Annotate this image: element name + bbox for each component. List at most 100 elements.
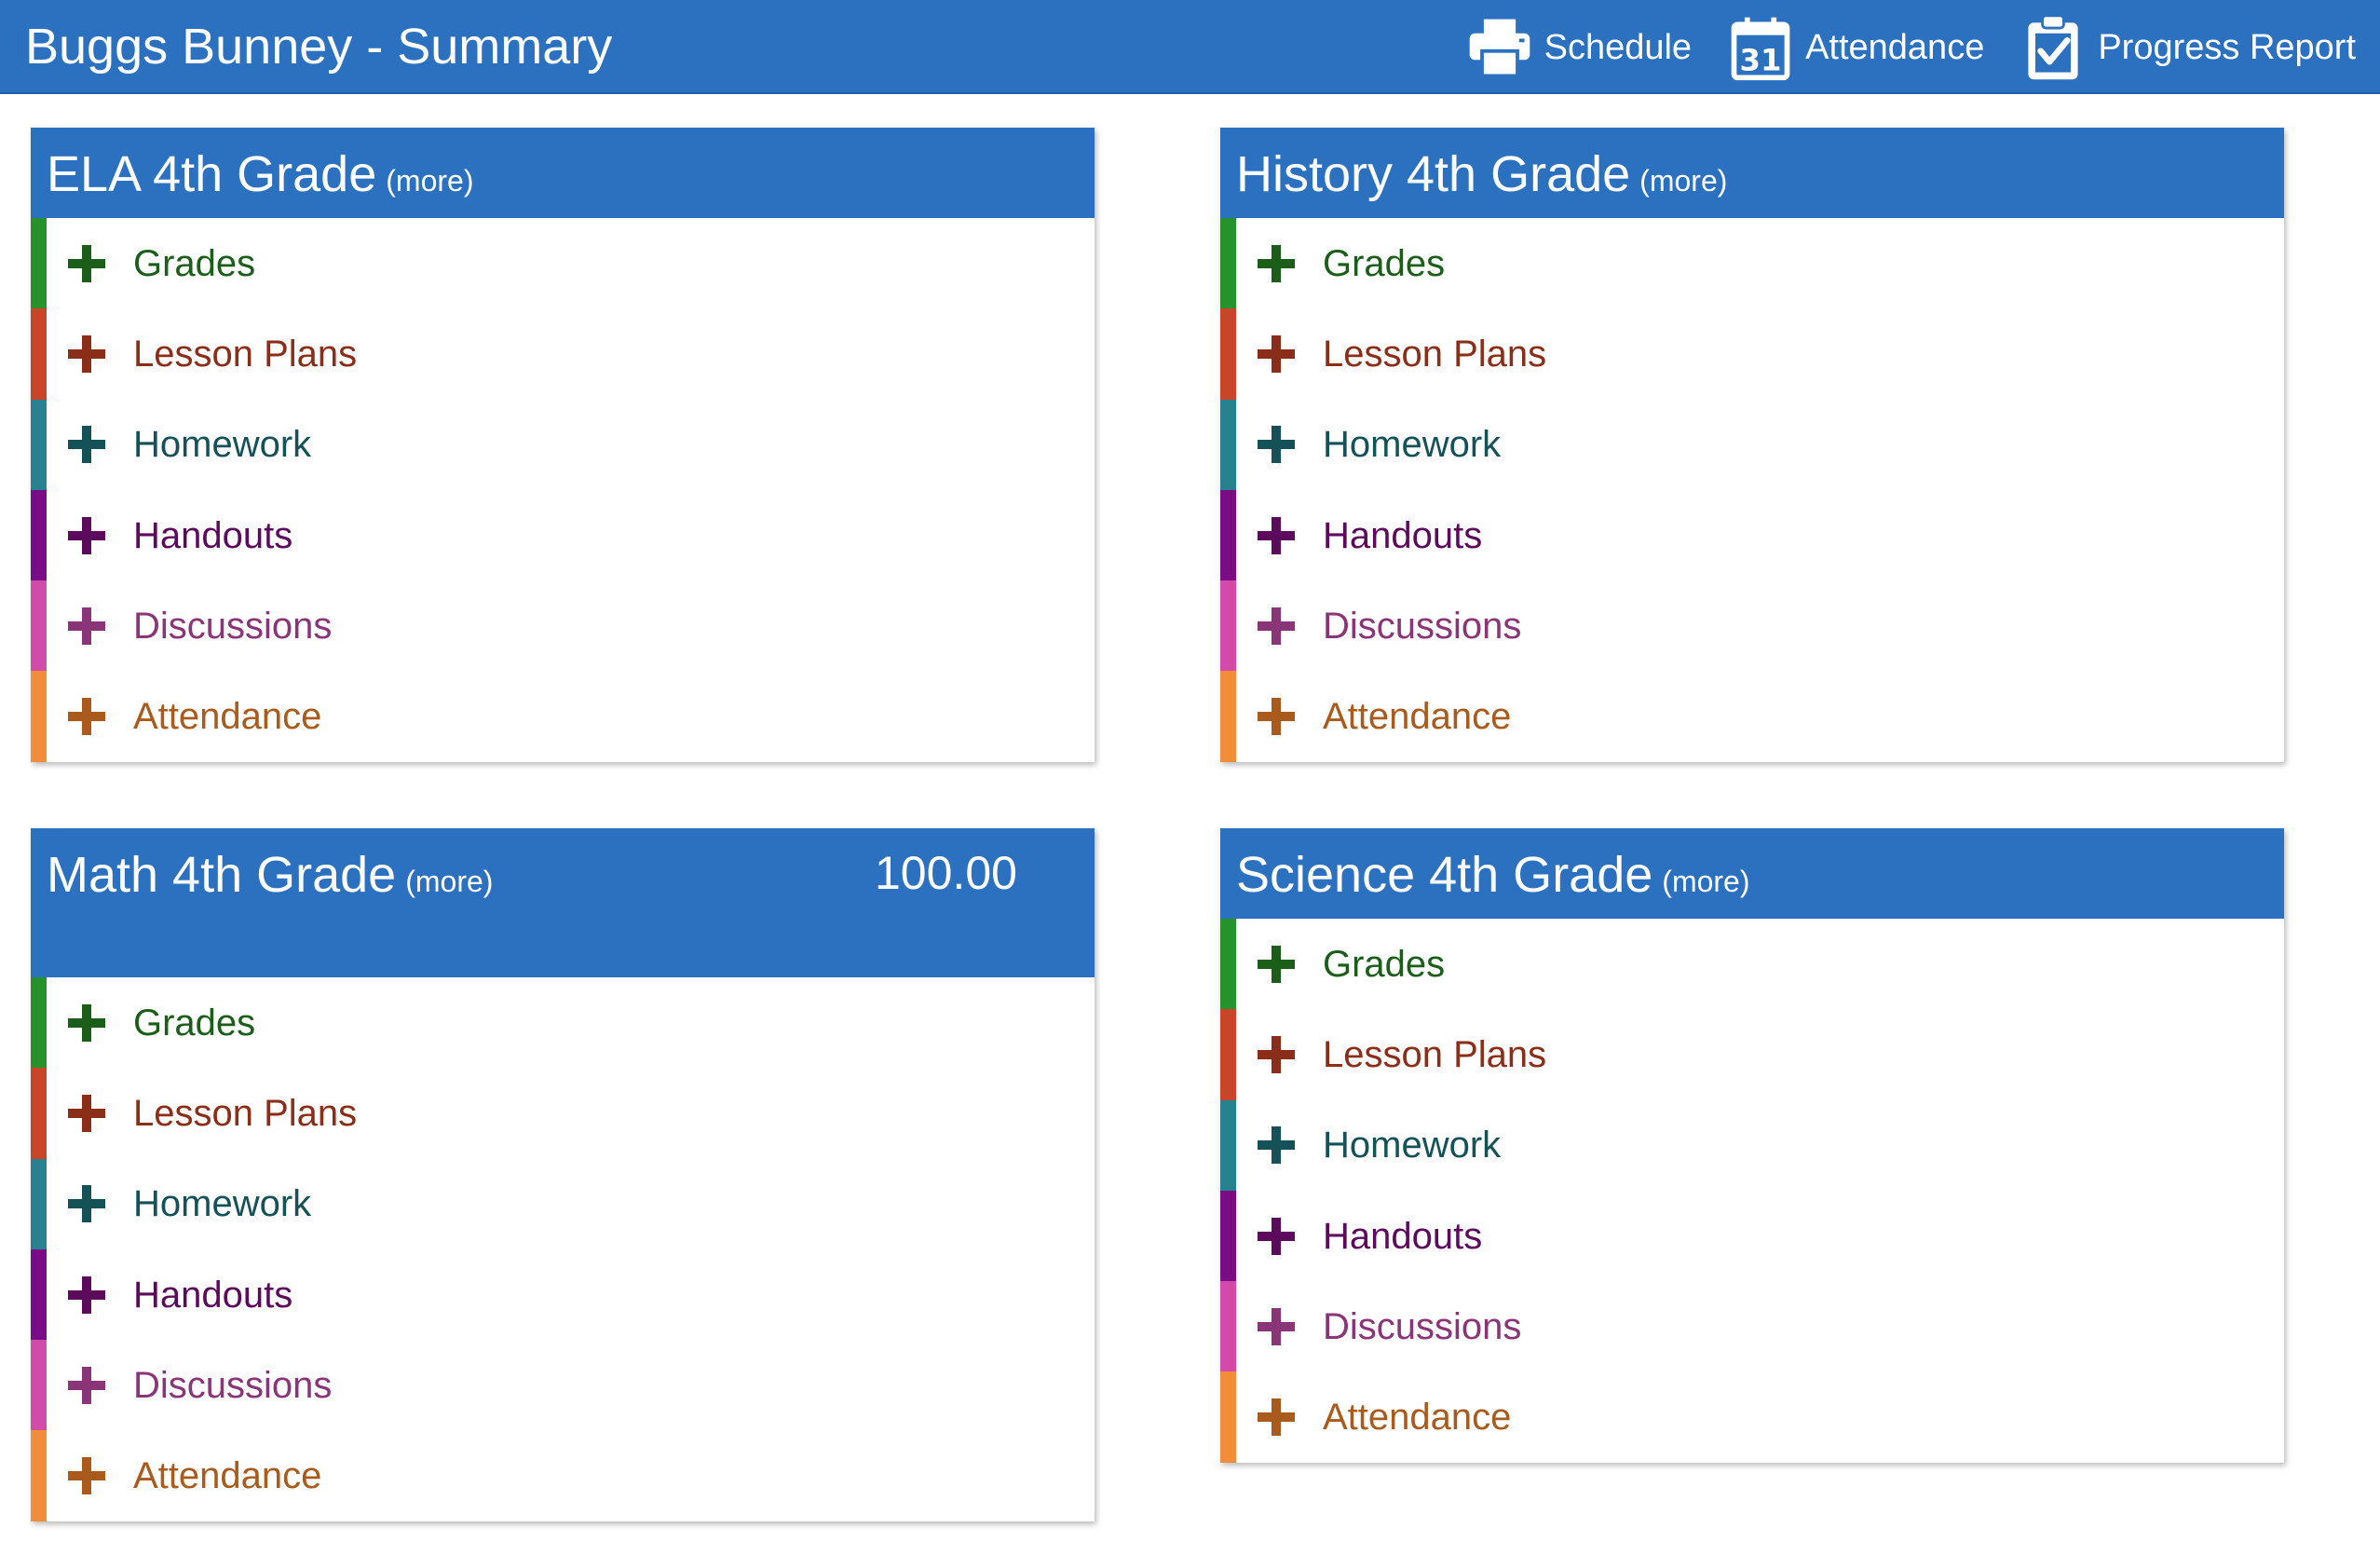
row-homework[interactable]: Homework bbox=[31, 399, 1095, 490]
plus-icon bbox=[1258, 607, 1295, 645]
row-label: Discussions bbox=[133, 605, 333, 647]
plus-icon bbox=[68, 607, 105, 645]
row-label: Grades bbox=[1323, 242, 1446, 284]
more-link[interactable]: (more) bbox=[1639, 164, 1727, 198]
row-label: Attendance bbox=[133, 1455, 322, 1497]
plus-icon bbox=[1258, 945, 1295, 983]
row-lesson-plans[interactable]: Lesson Plans bbox=[31, 1068, 1095, 1159]
plus-icon bbox=[68, 334, 105, 373]
more-link[interactable]: (more) bbox=[1662, 865, 1749, 898]
plus-icon bbox=[68, 1185, 105, 1223]
card-header: Math 4th Grade (more) 100.00 bbox=[31, 828, 1095, 977]
row-label: Homework bbox=[1323, 1125, 1502, 1166]
row-label: Homework bbox=[133, 1183, 312, 1225]
row-label: Lesson Plans bbox=[1323, 333, 1547, 375]
course-title: Science 4th Grade bbox=[1236, 847, 1653, 903]
plus-icon bbox=[1258, 1126, 1295, 1165]
row-handouts[interactable]: Handouts bbox=[31, 1248, 1095, 1341]
card-header: History 4th Grade (more) bbox=[1220, 128, 2284, 218]
calendar-icon: 31 bbox=[1731, 17, 1790, 80]
row-grades[interactable]: Grades bbox=[31, 977, 1095, 1069]
course-title: Math 4th Grade bbox=[47, 847, 397, 903]
course-card-ela: ELA 4th Grade (more) Grades Lesson Plans … bbox=[31, 128, 1095, 762]
row-lesson-plans[interactable]: Lesson Plans bbox=[31, 308, 1095, 400]
row-homework[interactable]: Homework bbox=[1220, 399, 2284, 490]
row-label: Handouts bbox=[133, 1274, 293, 1316]
card-header: ELA 4th Grade (more) bbox=[31, 128, 1095, 218]
row-handouts[interactable]: Handouts bbox=[1220, 489, 2284, 581]
row-label: Attendance bbox=[1323, 696, 1512, 738]
plus-icon bbox=[68, 1366, 105, 1404]
plus-icon bbox=[1258, 698, 1295, 736]
plus-icon bbox=[1258, 1217, 1295, 1255]
row-label: Lesson Plans bbox=[133, 333, 358, 375]
card-body: Grades Lesson Plans Homework Handouts Di… bbox=[1220, 218, 2284, 762]
course-card-history: History 4th Grade (more) Grades Lesson Pl… bbox=[1220, 128, 2284, 762]
progress-report-label: Progress Report bbox=[2098, 27, 2356, 67]
row-attendance[interactable]: Attendance bbox=[1220, 1371, 2284, 1463]
clipboard-check-icon bbox=[2028, 13, 2078, 79]
row-label: Lesson Plans bbox=[133, 1092, 358, 1134]
row-discussions[interactable]: Discussions bbox=[31, 1340, 1095, 1431]
row-label: Homework bbox=[1323, 424, 1502, 466]
row-label: Attendance bbox=[133, 696, 322, 738]
row-label: Discussions bbox=[1323, 1305, 1522, 1347]
row-attendance[interactable]: Attendance bbox=[1220, 671, 2284, 762]
row-label: Attendance bbox=[1323, 1397, 1512, 1439]
svg-text:31: 31 bbox=[1740, 42, 1782, 77]
printer-icon bbox=[1469, 19, 1530, 77]
row-discussions[interactable]: Discussions bbox=[31, 580, 1095, 672]
row-label: Homework bbox=[133, 424, 312, 466]
plus-icon bbox=[1258, 244, 1295, 282]
schedule-link[interactable]: Schedule bbox=[1464, 12, 1692, 83]
course-title: History 4th Grade bbox=[1236, 146, 1631, 202]
row-lesson-plans[interactable]: Lesson Plans bbox=[1220, 308, 2284, 400]
plus-icon bbox=[1258, 1307, 1295, 1345]
plus-icon bbox=[68, 1003, 105, 1042]
schedule-label: Schedule bbox=[1544, 27, 1693, 67]
plus-icon bbox=[68, 1275, 105, 1314]
plus-icon bbox=[1258, 516, 1295, 554]
row-label: Discussions bbox=[133, 1364, 333, 1406]
row-homework[interactable]: Homework bbox=[31, 1158, 1095, 1249]
more-link[interactable]: (more) bbox=[405, 865, 493, 898]
plus-icon bbox=[1258, 426, 1295, 464]
row-label: Grades bbox=[1323, 943, 1446, 985]
row-lesson-plans[interactable]: Lesson Plans bbox=[1220, 1009, 2284, 1100]
row-grades[interactable]: Grades bbox=[1220, 218, 2284, 309]
attendance-link[interactable]: 31 Attendance bbox=[1725, 12, 1984, 83]
row-handouts[interactable]: Handouts bbox=[1220, 1190, 2284, 1282]
more-link[interactable]: (more) bbox=[386, 164, 473, 198]
row-label: Handouts bbox=[133, 514, 293, 556]
row-attendance[interactable]: Attendance bbox=[31, 671, 1095, 762]
row-discussions[interactable]: Discussions bbox=[1220, 580, 2284, 672]
row-grades[interactable]: Grades bbox=[31, 218, 1095, 309]
progress-report-link[interactable]: Progress Report bbox=[2018, 12, 2356, 83]
page-title: Buggs Bunney - Summary bbox=[25, 19, 613, 75]
card-header: Science 4th Grade (more) bbox=[1220, 828, 2284, 919]
course-title: ELA 4th Grade bbox=[47, 146, 377, 202]
top-nav: Schedule 31 Attendance Progress Report bbox=[1431, 0, 2356, 94]
row-label: Handouts bbox=[1323, 1215, 1483, 1257]
top-bar: Buggs Bunney - Summary Schedule 31 Atten… bbox=[0, 0, 2380, 94]
course-card-science: Science 4th Grade (more) Grades Lesson Pl… bbox=[1220, 828, 2284, 1463]
row-label: Grades bbox=[133, 242, 256, 284]
plus-icon bbox=[68, 1457, 105, 1495]
plus-icon bbox=[1258, 1035, 1295, 1073]
card-body: Grades Lesson Plans Homework Handouts Di… bbox=[1220, 919, 2284, 1463]
plus-icon bbox=[68, 1094, 105, 1132]
card-body: Grades Lesson Plans Homework Handouts Di… bbox=[31, 218, 1095, 762]
row-attendance[interactable]: Attendance bbox=[31, 1430, 1095, 1521]
row-handouts[interactable]: Handouts bbox=[31, 489, 1095, 581]
row-label: Discussions bbox=[1323, 605, 1522, 647]
course-score: 100.00 bbox=[875, 847, 1017, 899]
plus-icon bbox=[1258, 1398, 1295, 1437]
plus-icon bbox=[68, 244, 105, 282]
row-label: Grades bbox=[133, 1002, 256, 1043]
row-homework[interactable]: Homework bbox=[1220, 1099, 2284, 1191]
row-grades[interactable]: Grades bbox=[1220, 919, 2284, 1010]
row-discussions[interactable]: Discussions bbox=[1220, 1281, 2284, 1372]
card-body: Grades Lesson Plans Homework Handouts Di… bbox=[31, 977, 1095, 1521]
plus-icon bbox=[68, 698, 105, 736]
row-label: Handouts bbox=[1323, 514, 1483, 556]
